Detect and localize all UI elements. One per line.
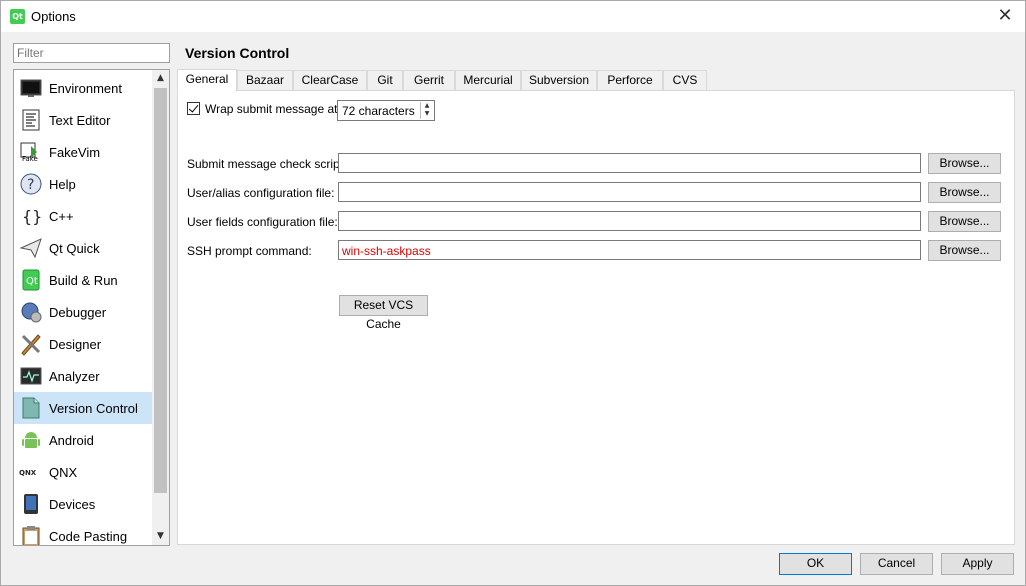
alias-config-label: User/alias configuration file:	[187, 186, 335, 200]
close-icon[interactable]: ✕	[995, 6, 1015, 26]
svg-text:{}: {}	[22, 207, 42, 226]
sidebar-item-help[interactable]: ? Help	[14, 168, 152, 200]
spin-down-icon[interactable]: ▼	[421, 110, 433, 118]
sidebar-item-label: Text Editor	[49, 113, 111, 128]
version-control-icon	[22, 397, 40, 419]
browse-alias-config-button[interactable]: Browse...	[928, 182, 1001, 203]
paper-plane-icon	[19, 238, 42, 259]
sidebar-item-label: Version Control	[49, 401, 138, 416]
sidebar-item-devices[interactable]: Devices	[14, 488, 152, 520]
bug-icon	[21, 302, 42, 323]
browse-check-script-button[interactable]: Browse...	[928, 153, 1001, 174]
qt-logo-icon: Qt	[10, 9, 25, 24]
fakevim-icon: Fake	[20, 142, 38, 163]
braces-icon: {}	[22, 207, 42, 226]
check-script-input[interactable]	[338, 153, 921, 173]
sidebar-item-version-control[interactable]: Version Control	[14, 392, 152, 424]
sidebar-item-label: Devices	[49, 497, 96, 512]
fields-config-input[interactable]	[338, 211, 921, 231]
tab-subversion[interactable]: Subversion	[521, 70, 597, 90]
window-title: Options	[31, 9, 76, 24]
sidebar-item-debugger[interactable]: Debugger	[14, 296, 152, 328]
sidebar-item-label: QNX	[49, 465, 78, 480]
wrap-submit-checkbox[interactable]	[187, 102, 200, 115]
tab-bazaar[interactable]: Bazaar	[237, 70, 293, 90]
wrap-width-value: 72 characters	[342, 104, 415, 118]
sidebar-item-label: Analyzer	[49, 369, 100, 384]
scroll-up-icon[interactable]: ▲	[152, 70, 169, 87]
browse-fields-config-button[interactable]: Browse...	[928, 211, 1001, 232]
tab-general[interactable]: General	[177, 69, 237, 92]
sidebar-item-environment[interactable]: Environment	[14, 72, 152, 104]
sidebar-item-designer[interactable]: Designer	[14, 328, 152, 360]
tab-cvs[interactable]: CVS	[663, 70, 707, 90]
title-bar: Qt Options ✕	[1, 1, 1025, 32]
browse-ssh-prompt-button[interactable]: Browse...	[928, 240, 1001, 261]
tab-clearcase[interactable]: ClearCase	[293, 70, 367, 90]
spinbox-arrows[interactable]: ▲ ▼	[420, 102, 433, 119]
scrollbar-thumb[interactable]	[154, 88, 167, 493]
text-document-icon	[22, 109, 40, 131]
sidebar-scrollbar[interactable]: ▲ ▼	[152, 70, 169, 545]
ssh-prompt-input[interactable]: win-ssh-askpass	[338, 240, 921, 260]
build-run-icon: Qt	[22, 269, 40, 291]
sidebar-item-label: C++	[49, 209, 74, 224]
sidebar-item-label: Help	[49, 177, 76, 192]
svg-text:?: ?	[27, 177, 34, 193]
cancel-button[interactable]: Cancel	[860, 553, 933, 575]
sidebar-item-build-run[interactable]: Qt Build & Run	[14, 264, 152, 296]
sidebar-item-android[interactable]: Android	[14, 424, 152, 456]
sidebar-item-qt-quick[interactable]: Qt Quick	[14, 232, 152, 264]
sidebar-item-analyzer[interactable]: Analyzer	[14, 360, 152, 392]
svg-text:Qt: Qt	[26, 276, 38, 287]
monitor-icon	[20, 79, 42, 97]
pen-ruler-icon	[21, 334, 41, 356]
qnx-logo-icon: QNX	[19, 469, 37, 477]
sidebar-item-label: Debugger	[49, 305, 107, 320]
fields-config-label: User fields configuration file:	[187, 215, 338, 229]
sidebar-item-label: FakeVim	[49, 145, 101, 160]
options-dialog: Qt Options ✕ Environment Text Editor Fak…	[0, 0, 1026, 586]
sidebar-item-qnx[interactable]: QNX QNX	[14, 456, 152, 488]
ssh-prompt-label: SSH prompt command:	[187, 244, 312, 258]
sidebar-item-label: Qt Quick	[49, 241, 100, 256]
sidebar-item-code-pasting[interactable]: Code Pasting	[14, 520, 152, 545]
sidebar-item-label: Environment	[49, 81, 122, 96]
clipboard-icon	[22, 526, 40, 545]
svg-text:Fake: Fake	[22, 155, 38, 163]
tab-gerrit[interactable]: Gerrit	[403, 70, 455, 90]
svg-text:QNX: QNX	[19, 469, 37, 477]
sidebar-item-label: Designer	[49, 337, 102, 352]
check-script-label: Submit message check script:	[187, 157, 347, 171]
android-icon	[22, 432, 40, 448]
apply-button[interactable]: Apply	[941, 553, 1014, 575]
spin-up-icon[interactable]: ▲	[421, 102, 433, 110]
tab-mercurial[interactable]: Mercurial	[455, 70, 521, 90]
sidebar-item-label: Build & Run	[49, 273, 118, 288]
alias-config-input[interactable]	[338, 182, 921, 202]
sidebar-item-cpp[interactable]: {} C++	[14, 200, 152, 232]
filter-input[interactable]	[13, 43, 170, 63]
page-title: Version Control	[185, 45, 290, 61]
wrap-submit-label: Wrap submit message at:	[205, 102, 341, 116]
help-icon: ?	[20, 173, 42, 195]
ok-button[interactable]: OK	[779, 553, 852, 575]
sidebar-item-label: Code Pasting	[49, 529, 128, 544]
device-icon	[24, 494, 38, 514]
tab-perforce[interactable]: Perforce	[597, 70, 663, 90]
category-list: Environment Text Editor Fake FakeVim ? H…	[13, 69, 170, 546]
sidebar-item-text-editor[interactable]: Text Editor	[14, 104, 152, 136]
sidebar-item-label: Android	[49, 433, 94, 448]
sidebar-item-fakevim[interactable]: Fake FakeVim	[14, 136, 152, 168]
tab-git[interactable]: Git	[367, 70, 403, 90]
oscilloscope-icon	[20, 367, 42, 385]
wrap-width-spinbox[interactable]: 72 characters ▲ ▼	[337, 100, 435, 121]
scroll-down-icon[interactable]: ▼	[152, 528, 169, 545]
reset-vcs-cache-button[interactable]: Reset VCS Cache	[339, 295, 428, 331]
